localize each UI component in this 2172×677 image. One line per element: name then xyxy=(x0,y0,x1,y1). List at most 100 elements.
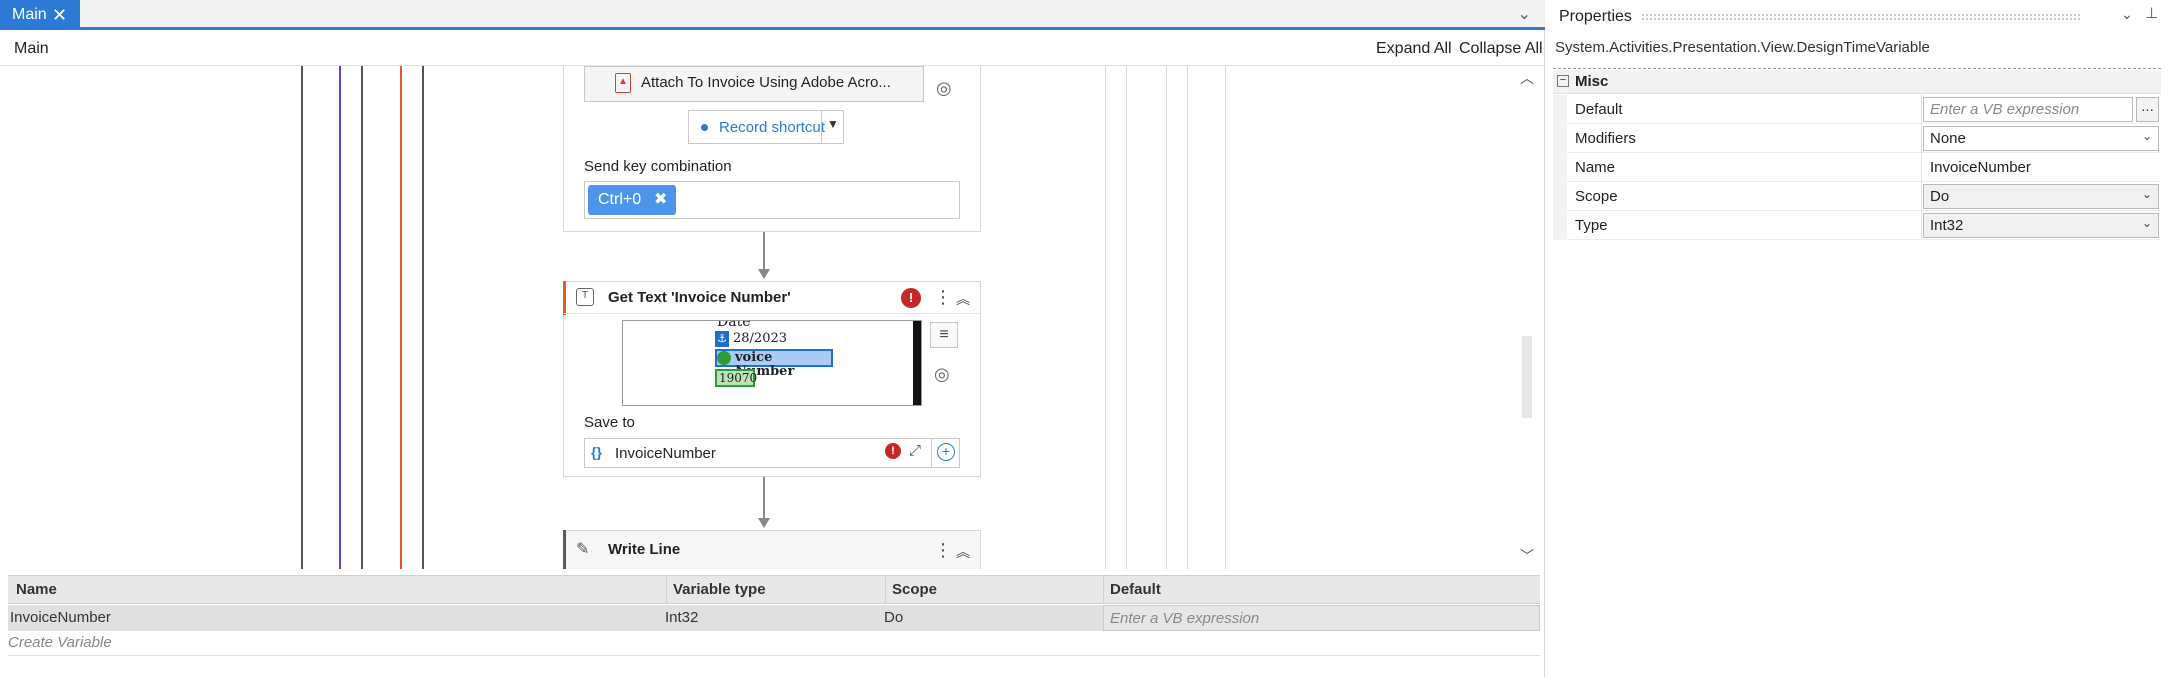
chevron-down-icon: ⌄ xyxy=(2141,216,2152,230)
column-header-name[interactable]: Name xyxy=(16,581,57,598)
error-icon[interactable]: ! xyxy=(901,288,921,308)
properties-title: Properties xyxy=(1559,8,1632,25)
expression-editor-button[interactable]: ... xyxy=(2136,97,2159,122)
modifiers-dropdown[interactable]: None ⌄ xyxy=(1923,126,2159,151)
type-dropdown[interactable]: Int32 ⌄ xyxy=(1923,213,2159,238)
property-label: Name xyxy=(1575,159,1616,176)
vertical-scrollbar[interactable]: ︿ ﹀ xyxy=(1516,66,1538,569)
property-row-name: Name InvoiceNumber xyxy=(1553,153,2161,182)
category-label: Misc xyxy=(1575,73,1609,90)
type-value: Int32 xyxy=(1930,217,1964,234)
row-gutter xyxy=(1553,153,1567,182)
send-hotkey-activity[interactable]: ▲ Attach To Invoice Using Adobe Acro... … xyxy=(563,66,981,232)
variables-panel: Name Variable type Scope Default Invoice… xyxy=(8,575,1540,677)
guide-line xyxy=(301,66,303,569)
get-text-activity[interactable]: T Get Text 'Invoice Number' ! ⋮ ︽ Date ⚓… xyxy=(563,281,981,477)
close-icon[interactable]: ✕ xyxy=(52,0,67,30)
save-to-field[interactable]: {} InvoiceNumber ! ⤢ + xyxy=(584,438,960,468)
plus-icon[interactable]: + xyxy=(937,443,955,461)
row-gutter xyxy=(1553,182,1567,211)
variable-scope[interactable]: Do xyxy=(884,609,903,626)
row-gutter xyxy=(1553,124,1567,153)
divider xyxy=(931,439,932,467)
variable-name[interactable]: InvoiceNumber xyxy=(10,609,111,626)
collapse-icon[interactable]: ︽ xyxy=(956,289,970,309)
guide-line xyxy=(1105,66,1106,569)
collapse-icon[interactable]: ︽ xyxy=(956,542,970,562)
connector xyxy=(763,477,765,519)
preview-target-value: 19070 xyxy=(715,369,757,387)
remove-icon[interactable]: ✖ xyxy=(654,185,667,215)
guide-line xyxy=(1126,66,1127,569)
divider xyxy=(1103,576,1104,604)
preview-date-value: 28/2023 xyxy=(733,331,788,346)
chevron-down-icon: ⌄ xyxy=(2141,187,2152,201)
attach-window-button[interactable]: ▲ Attach To Invoice Using Adobe Acro... xyxy=(584,66,924,102)
pin-icon[interactable]: ⊥ xyxy=(2145,4,2158,22)
scope-dropdown[interactable]: Do ⌄ xyxy=(1923,184,2159,209)
target-icon[interactable]: ◎ xyxy=(934,364,950,385)
default-expression-input[interactable]: Enter a VB expression xyxy=(1923,97,2133,122)
table-row[interactable]: InvoiceNumber Int32 Do Enter a VB expres… xyxy=(8,605,1540,631)
row-gutter xyxy=(1553,211,1567,240)
divider xyxy=(821,111,822,143)
divider xyxy=(1921,182,1922,211)
pencil-icon: ✎ xyxy=(576,541,590,558)
chevron-up-icon[interactable]: ︿ xyxy=(1520,68,1534,88)
collapse-icon[interactable]: − xyxy=(1557,75,1569,87)
key-chip[interactable]: Ctrl+0 ✖ xyxy=(588,185,676,215)
divider xyxy=(1921,153,1922,182)
chevron-down-icon[interactable]: ﹀ xyxy=(1520,546,1534,566)
activity-title: Write Line xyxy=(608,541,681,558)
key-chip-label: Ctrl+0 xyxy=(598,191,642,208)
column-header-scope[interactable]: Scope xyxy=(892,581,937,598)
variable-type[interactable]: Int32 xyxy=(665,609,698,626)
property-grid: − Misc Default Enter a VB expression ...… xyxy=(1553,68,2161,242)
divider xyxy=(1921,124,1922,153)
error-icon[interactable]: ! xyxy=(885,443,901,459)
preview-edge xyxy=(913,321,921,405)
preview-anchor-label: voice Number xyxy=(715,349,833,379)
name-input[interactable]: InvoiceNumber xyxy=(1923,155,2159,180)
property-row-modifiers: Modifiers None ⌄ xyxy=(1553,124,2161,153)
menu-icon[interactable]: ≡ xyxy=(930,322,958,348)
save-to-label: Save to xyxy=(584,414,635,431)
more-options-icon[interactable]: ⋮ xyxy=(934,287,952,308)
chevron-down-icon[interactable]: ▼ xyxy=(827,117,839,131)
chevron-down-icon[interactable]: ⌄ xyxy=(2121,6,2133,23)
column-header-variable-type[interactable]: Variable type xyxy=(673,581,766,598)
property-label: Default xyxy=(1575,101,1623,118)
breadcrumb-bar: Main Expand All Collapse All xyxy=(0,33,1545,66)
column-header-default[interactable]: Default xyxy=(1110,581,1161,598)
expand-icon[interactable]: ⤢ xyxy=(909,442,921,459)
record-shortcut-button[interactable]: Record shortcut ▼ xyxy=(688,110,844,144)
create-variable-link[interactable]: Create Variable xyxy=(8,634,112,651)
scrollbar-thumb[interactable] xyxy=(1522,336,1532,418)
document-tab-bar: Main ✕ ⌄ xyxy=(0,0,1545,30)
breadcrumb[interactable]: Main xyxy=(14,40,49,58)
activity-accent xyxy=(563,530,566,569)
target-icon[interactable]: ◎ xyxy=(936,78,952,99)
anchor-icon: ⚓ xyxy=(715,331,729,347)
activity-header[interactable]: T Get Text 'Invoice Number' ! ⋮ ︽ xyxy=(564,282,980,314)
tab-main[interactable]: Main ✕ xyxy=(0,0,80,30)
attach-label: Attach To Invoice Using Adobe Acro... xyxy=(641,74,891,91)
guide-line xyxy=(400,66,402,569)
write-line-activity[interactable]: ✎ Write Line ⋮ ︽ xyxy=(563,530,981,569)
guide-line xyxy=(1166,66,1167,569)
divider xyxy=(885,576,886,604)
key-combination-field[interactable]: Ctrl+0 ✖ xyxy=(584,181,960,219)
guide-line xyxy=(339,66,341,569)
more-options-icon[interactable]: ⋮ xyxy=(934,540,952,561)
record-shortcut-label: Record shortcut xyxy=(719,119,825,136)
variable-default-input[interactable]: Enter a VB expression xyxy=(1103,605,1540,631)
chevron-down-icon[interactable]: ⌄ xyxy=(1518,4,1531,24)
property-label: Type xyxy=(1575,217,1608,234)
variables-header: Name Variable type Scope Default xyxy=(8,576,1540,604)
category-misc[interactable]: − Misc xyxy=(1553,70,2161,94)
designer-canvas: ▲ Attach To Invoice Using Adobe Acro... … xyxy=(8,66,1538,569)
panel-grip[interactable] xyxy=(1641,13,2081,21)
workflow-designer: Main ✕ ⌄ Main Expand All Collapse All ▲ … xyxy=(0,0,1545,677)
expand-all-button[interactable]: Expand All xyxy=(1376,40,1452,58)
collapse-all-button[interactable]: Collapse All xyxy=(1459,40,1543,58)
